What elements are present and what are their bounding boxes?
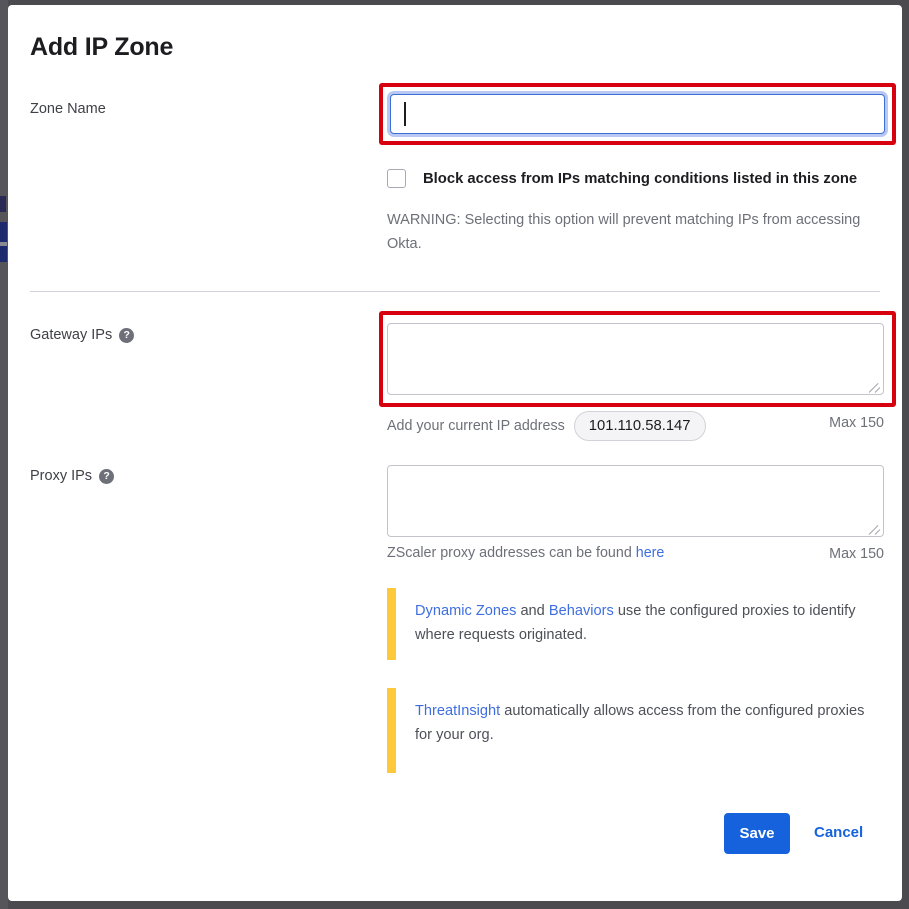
background-page-sliver — [0, 0, 8, 909]
zone-name-label-text: Zone Name — [30, 101, 106, 117]
callout-text: Dynamic Zones and Behaviors use the conf… — [415, 588, 867, 659]
block-access-checkbox[interactable] — [387, 169, 406, 188]
block-access-warning-text: WARNING: Selecting this option will prev… — [387, 212, 861, 253]
callout-dynamic-zones: Dynamic Zones and Behaviors use the conf… — [387, 588, 867, 660]
gateway-helper-text: Add your current IP address — [387, 418, 565, 435]
background-accent-mark — [0, 242, 7, 246]
question-mark-icon[interactable]: ? — [99, 468, 115, 484]
section-divider — [30, 291, 880, 292]
zone-name-input[interactable] — [390, 94, 885, 134]
add-current-ip-button[interactable]: 101.110.58.147 — [573, 411, 706, 442]
gateway-max-note: Max 150 — [829, 415, 884, 431]
zone-name-label: Zone Name — [30, 101, 106, 117]
save-button[interactable]: Save — [724, 813, 790, 854]
behaviors-link[interactable]: Behaviors — [549, 603, 614, 619]
threatinsight-link[interactable]: ThreatInsight — [415, 703, 500, 719]
proxy-ips-label-text: Proxy IPs — [30, 468, 93, 484]
callout-threatinsight: ThreatInsight automatically allows acces… — [387, 688, 867, 773]
question-mark-icon[interactable]: ? — [119, 327, 135, 343]
callout-accent-bar — [387, 688, 396, 773]
callout-text: ThreatInsight automatically allows acces… — [415, 688, 867, 759]
proxy-ips-helper-text: ZScaler proxy addresses can be found her… — [387, 545, 664, 561]
zscaler-here-link[interactable]: here — [636, 545, 665, 561]
background-accent-mark — [0, 196, 6, 212]
add-ip-zone-dialog: Add IP Zone Zone Name Block access from … — [8, 5, 902, 901]
dynamic-zones-link[interactable]: Dynamic Zones — [415, 603, 516, 619]
callout-accent-bar — [387, 588, 396, 660]
text-caret — [404, 102, 406, 126]
proxy-ips-textarea[interactable] — [387, 465, 884, 537]
gateway-ips-helper-row: Add your current IP address 101.110.58.1… — [387, 411, 884, 442]
gateway-ips-label: Gateway IPs ? — [30, 327, 135, 343]
block-access-checkbox-row[interactable]: Block access from IPs matching condition… — [387, 169, 857, 188]
block-access-checkbox-label: Block access from IPs matching condition… — [423, 170, 858, 187]
cancel-button[interactable]: Cancel — [814, 824, 863, 841]
callout-mid-text: and — [516, 603, 549, 619]
proxy-helper-prefix: ZScaler proxy addresses can be found — [387, 545, 636, 561]
dialog-title: Add IP Zone — [30, 33, 174, 61]
gateway-ips-textarea[interactable] — [387, 323, 884, 395]
gateway-ips-label-text: Gateway IPs — [30, 327, 113, 343]
proxy-ips-label: Proxy IPs ? — [30, 468, 115, 484]
proxy-max-note: Max 150 — [829, 546, 884, 562]
